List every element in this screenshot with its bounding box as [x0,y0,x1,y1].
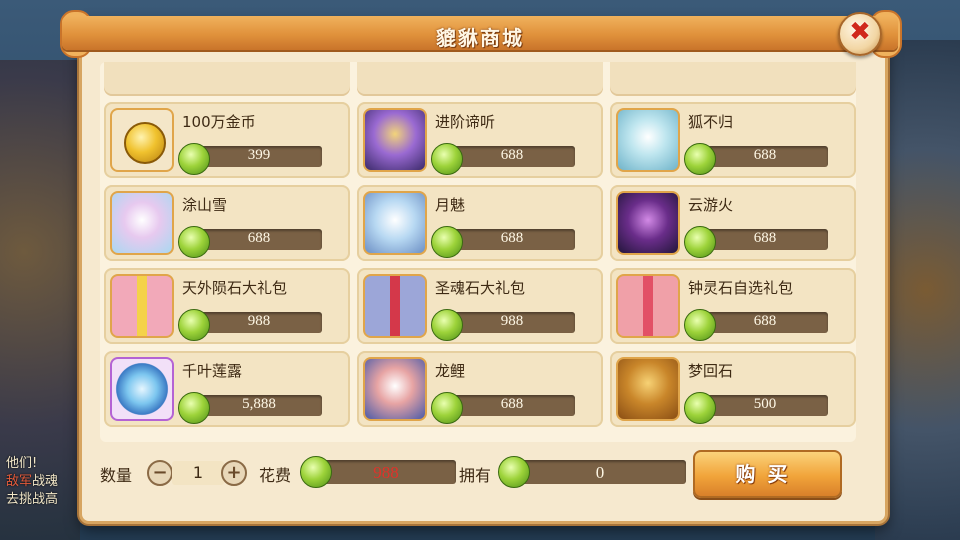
item-price: 500 [753,396,777,412]
currency-icon [431,309,463,341]
currency-icon [684,143,716,175]
shop-item-card[interactable]: 龙鲤 688 [357,351,603,427]
chat-tag: 敌军 [6,474,33,489]
item-name: 钟灵石自选礼包 [688,279,794,297]
currency-icon [178,226,210,258]
shop-item-card[interactable]: 梦回石 500 [610,351,856,427]
item-name: 龙鲤 [435,362,466,380]
chat-text: 战魂 [32,474,59,489]
shop-title: 貔貅商城 [436,26,524,50]
shop-item-card[interactable]: 云游火 688 [610,185,856,261]
shop-item-card[interactable]: 天外陨石大礼包 988 [104,268,350,344]
item-name: 梦回石 [688,362,734,380]
quantity-value[interactable]: 1 [172,461,224,485]
item-price: 688 [500,396,524,412]
yuemei-pet-icon [363,191,427,255]
owned-label: 拥有 [459,466,492,485]
shop-item-card[interactable]: 钟灵石自选礼包 688 [610,268,856,344]
gold-coin-icon [110,108,174,172]
cost-value: 988 [373,463,399,482]
list-item-partial [104,62,350,96]
tushanxue-pet-icon [110,191,174,255]
shop-item-card[interactable]: 100万金币 399 [104,102,350,178]
yunyouhuo-pet-icon [616,191,680,255]
item-name: 云游火 [688,196,734,214]
dream-seal-icon [616,357,680,421]
shop-item-card[interactable]: 进阶谛听 688 [357,102,603,178]
currency-icon [431,143,463,175]
item-name: 狐不归 [688,113,734,131]
lotus-dew-icon [110,357,174,421]
item-price: 688 [500,147,524,163]
quantity-plus-button[interactable]: + [221,460,247,486]
item-price: 688 [753,313,777,329]
currency-icon [431,392,463,424]
close-icon: ✖ [849,17,871,47]
currency-icon [178,309,210,341]
item-name: 100万金币 [182,113,256,131]
gift-box-blue-icon [363,274,427,338]
currency-icon [431,226,463,258]
shop-item-card[interactable]: 狐不归 688 [610,102,856,178]
buy-button[interactable]: 购买 [693,450,842,498]
item-price: 688 [753,230,777,246]
hubugui-pet-icon [616,108,680,172]
shop-item-card[interactable]: 月魅 688 [357,185,603,261]
currency-icon [684,226,716,258]
shop-item-card[interactable]: 圣魂石大礼包 988 [357,268,603,344]
shop-item-card[interactable]: 千叶莲露 5,888 [104,351,350,427]
list-item-partial [357,62,603,96]
ditin-pet-icon [363,108,427,172]
item-name: 千叶莲露 [182,362,243,380]
quantity-minus-button[interactable]: − [147,460,173,486]
background-chat: 他们! 敌军战魂 去挑战高 [6,455,86,509]
item-price: 5,888 [242,396,276,412]
item-price: 688 [247,230,271,246]
item-name: 圣魂石大礼包 [435,279,526,297]
chat-line: 他们! [6,456,38,471]
item-name: 进阶谛听 [435,113,496,131]
item-price: 988 [500,313,524,329]
item-name: 月魅 [435,196,466,214]
chat-line: 敌军战魂 [6,473,86,491]
item-name: 天外陨石大礼包 [182,279,288,297]
gift-box-pink-icon [616,274,680,338]
item-price: 399 [247,147,271,163]
currency-icon [178,392,210,424]
item-price: 688 [500,230,524,246]
gold-coin-shape [124,122,166,164]
owned-value: 0 [595,463,605,482]
item-name: 涂山雪 [182,196,228,214]
close-button[interactable]: ✖ [838,12,882,56]
item-price: 688 [753,147,777,163]
item-price: 988 [247,313,271,329]
currency-icon [684,309,716,341]
quantity-label: 数量 [100,466,133,485]
list-item-partial [610,62,856,96]
gift-box-yellow-icon [110,274,174,338]
currency-icon [178,143,210,175]
currency-icon [684,392,716,424]
chat-line: 去挑战高 [6,492,59,507]
longli-pet-icon [363,357,427,421]
shop-item-card[interactable]: 涂山雪 688 [104,185,350,261]
cost-label: 花费 [259,466,292,485]
